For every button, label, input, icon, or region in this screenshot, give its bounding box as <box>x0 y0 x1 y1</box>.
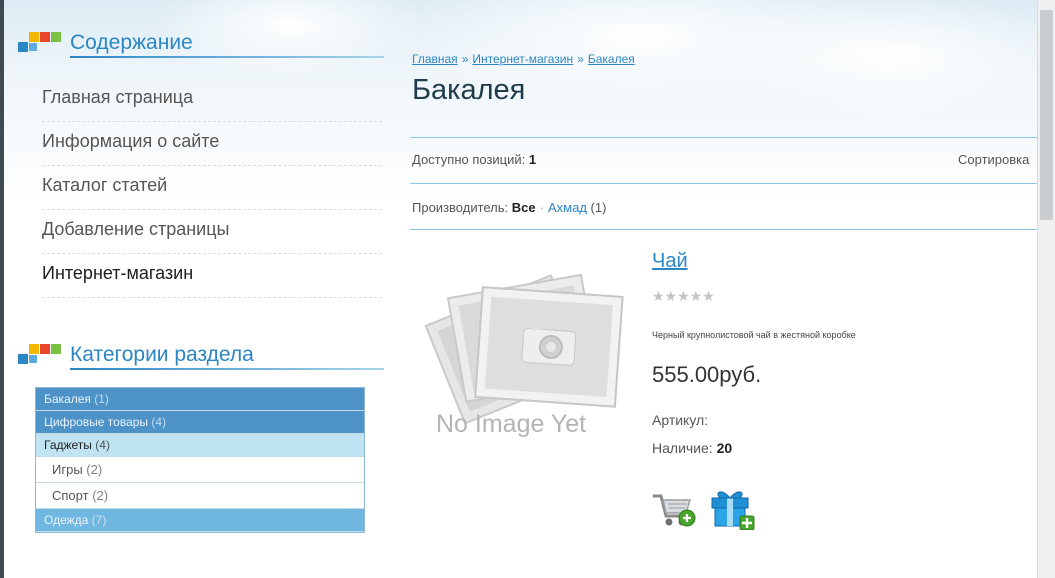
menu-item-site-info[interactable]: Информация о сайте <box>42 122 382 166</box>
category-list: Бакалея (1) Цифровые товары (4) Гаджеты … <box>35 387 365 533</box>
manufacturer-all-option[interactable]: Все <box>512 200 536 215</box>
divider <box>410 183 1038 184</box>
categories-title: Категории раздела <box>70 343 254 366</box>
manufacturer-ahmad-link[interactable]: Ахмад <box>548 200 587 215</box>
category-item-digital[interactable]: Цифровые товары (4) <box>36 411 364 434</box>
page-title: Бакалея <box>412 74 526 106</box>
breadcrumb: Главная» Интернет-магазин» Бакалея <box>412 52 635 66</box>
category-name: Бакалея <box>44 392 91 406</box>
category-count: (1) <box>94 392 109 406</box>
breadcrumb-grocery-link[interactable]: Бакалея <box>588 52 635 66</box>
category-item-grocery[interactable]: Бакалея (1) <box>36 388 364 411</box>
header-underline <box>70 56 384 58</box>
category-name: Гаджеты <box>44 438 92 452</box>
window-border <box>0 0 4 578</box>
category-name: Цифровые товары <box>44 415 149 429</box>
menu-item-home[interactable]: Главная страница <box>42 78 382 122</box>
squares-logo-icon <box>18 344 66 368</box>
rating-stars[interactable]: ★★★★★ <box>652 288 715 305</box>
product-name-link[interactable]: Чай <box>652 250 688 273</box>
divider <box>410 137 1038 138</box>
stock-value: 20 <box>716 440 733 456</box>
sku-label: Артикул: <box>652 412 709 428</box>
vertical-scrollbar[interactable] <box>1037 0 1055 578</box>
manufacturer-label: Производитель: <box>412 200 509 215</box>
main-menu: Главная страница Информация о сайте Ката… <box>42 78 382 298</box>
stock-info: Наличие: 20 <box>652 440 732 456</box>
manufacturer-count: (1) <box>590 200 607 215</box>
categories-header: Категории раздела <box>18 340 384 374</box>
available-label: Доступно позиций: <box>412 152 526 167</box>
sort-control[interactable]: Сортировка <box>958 152 1038 167</box>
filter-separator: · <box>539 200 544 215</box>
no-image-text: No Image Yet <box>436 410 587 438</box>
menu-item-add-page[interactable]: Добавление страницы <box>42 210 382 254</box>
product-price: 555.00руб. <box>652 362 762 387</box>
squares-logo-icon <box>18 32 66 56</box>
manufacturer-filter: Производитель: Все · Ахмад (1) <box>412 200 606 215</box>
product-description: Черный крупнолистовой чай в жестяной кор… <box>652 330 856 340</box>
category-item-clothing[interactable]: Одежда (7) <box>36 509 364 532</box>
menu-item-shop[interactable]: Интернет-магазин <box>42 254 382 298</box>
category-count: (7) <box>91 513 107 527</box>
page: Содержание Главная страница Информация о… <box>0 0 1055 578</box>
scrollbar-thumb[interactable] <box>1040 10 1053 220</box>
divider <box>410 229 1038 230</box>
breadcrumb-shop-link[interactable]: Интернет-магазин <box>472 52 573 66</box>
breadcrumb-home-link[interactable]: Главная <box>412 52 458 66</box>
contents-title: Содержание <box>70 31 193 54</box>
header-underline <box>70 368 384 370</box>
category-name: Спорт <box>52 488 89 503</box>
breadcrumb-separator: » <box>577 52 584 66</box>
cart-add-icon[interactable] <box>652 488 696 530</box>
category-item-games[interactable]: Игры (2) <box>36 457 364 483</box>
category-name: Одежда <box>44 513 89 527</box>
breadcrumb-separator: » <box>461 52 469 66</box>
stock-label: Наличие: <box>652 440 713 456</box>
category-item-gadgets[interactable]: Гаджеты (4) <box>36 434 364 457</box>
available-value: 1 <box>528 152 537 167</box>
contents-header: Содержание <box>18 28 384 62</box>
category-name: Игры <box>52 462 83 477</box>
gift-add-icon[interactable] <box>708 486 756 530</box>
category-count: (4) <box>151 415 167 429</box>
category-count: (2) <box>92 488 109 503</box>
category-count: (4) <box>95 438 110 452</box>
available-count: Доступно позиций: 1 <box>412 152 536 167</box>
category-item-sport[interactable]: Спорт (2) <box>36 483 364 509</box>
menu-item-article-catalog[interactable]: Каталог статей <box>42 166 382 210</box>
category-count: (2) <box>86 462 103 477</box>
